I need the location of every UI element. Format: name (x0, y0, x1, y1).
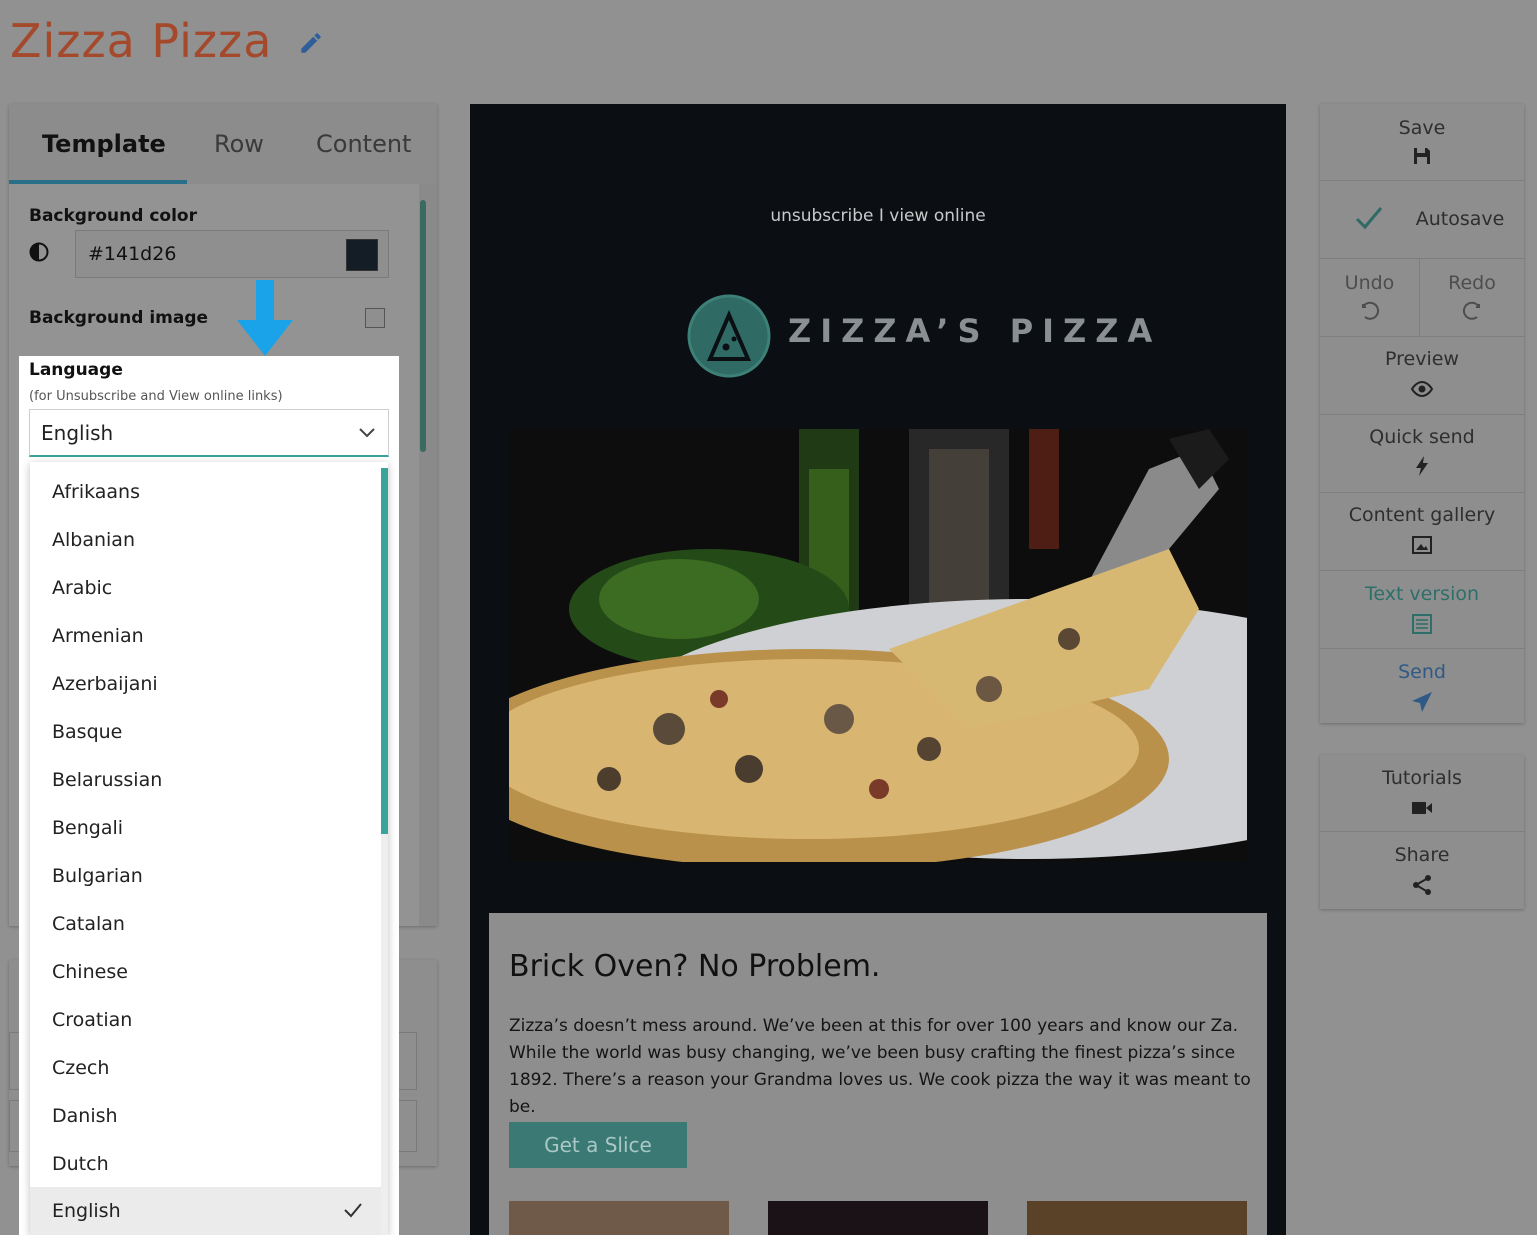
tab-content[interactable]: Content (316, 130, 411, 158)
background-image-checkbox[interactable] (365, 308, 385, 328)
checkmark-icon (344, 1203, 362, 1218)
thumbnail-image[interactable] (509, 1201, 729, 1235)
hero-pizza-image[interactable] (509, 429, 1247, 862)
language-option[interactable]: Afrikaans (30, 468, 381, 516)
redo-button[interactable]: Redo (1420, 259, 1524, 337)
contrast-icon (29, 242, 49, 262)
action-toolbar: Save Autosave Undo Redo Preview Quick se… (1320, 104, 1524, 723)
undo-label: Undo (1344, 272, 1395, 294)
tab-template[interactable]: Template (42, 130, 166, 158)
language-option[interactable]: Basque (30, 708, 381, 756)
share-icon (1413, 875, 1431, 895)
chevron-down-icon (359, 428, 375, 438)
language-option[interactable]: Chinese (30, 948, 381, 996)
tutorials-button[interactable]: Tutorials (1320, 755, 1524, 832)
background-color-label: Background color (29, 206, 197, 226)
panel-tabs: Template Row Content (9, 104, 437, 184)
undo-icon (1361, 301, 1379, 320)
language-selected-value: English (41, 421, 114, 445)
card-heading: Brick Oven? No Problem. (509, 949, 881, 984)
video-camera-icon (1412, 802, 1432, 814)
paper-plane-icon (1412, 692, 1432, 712)
language-option[interactable]: Danish (30, 1092, 381, 1140)
language-option-selected[interactable]: English (30, 1187, 381, 1235)
language-option[interactable]: Arabic (30, 564, 381, 612)
undo-button[interactable]: Undo (1320, 259, 1420, 337)
background-color-value: #141d26 (88, 243, 177, 265)
pizza-logo-icon (687, 294, 771, 378)
unsubscribe-view-online-links[interactable]: unsubscribe I view online (470, 206, 1286, 226)
autosave-toggle[interactable]: Autosave (1320, 181, 1524, 259)
language-option-label: English (52, 1200, 121, 1222)
language-option[interactable]: Czech (30, 1044, 381, 1092)
lightning-icon (1416, 456, 1428, 476)
content-card[interactable]: Brick Oven? No Problem. Zizza’s doesn’t … (489, 913, 1267, 1235)
autosave-label: Autosave (1415, 208, 1505, 230)
preview-label: Preview (1385, 348, 1459, 370)
language-option[interactable]: Catalan (30, 900, 381, 948)
text-version-button[interactable]: Text version (1320, 571, 1524, 649)
color-swatch[interactable] (346, 239, 378, 271)
language-option[interactable]: Azerbaijani (30, 660, 381, 708)
card-body-text: Zizza’s doesn’t mess around. We’ve been … (509, 1016, 1251, 1117)
list-icon (1412, 614, 1432, 634)
logo-text: ZIZZA’S PIZZA (788, 312, 1162, 350)
quick-send-label: Quick send (1369, 426, 1475, 448)
language-select[interactable]: English (29, 409, 389, 457)
language-label: Language (29, 360, 123, 380)
text-version-label: Text version (1364, 583, 1480, 605)
language-sublabel: (for Unsubscribe and View online links) (29, 389, 283, 404)
content-gallery-label: Content gallery (1348, 504, 1496, 526)
save-button[interactable]: Save (1320, 104, 1524, 181)
image-icon (1412, 536, 1432, 554)
language-option[interactable]: Albanian (30, 516, 381, 564)
email-canvas[interactable]: unsubscribe I view online ZIZZA’S PIZZA (470, 104, 1286, 1235)
send-button[interactable]: Send (1320, 649, 1524, 723)
language-option[interactable]: Belarussian (30, 756, 381, 804)
tutorials-label: Tutorials (1382, 767, 1462, 789)
background-color-field[interactable]: #141d26 (75, 230, 389, 278)
eye-icon (1411, 380, 1433, 398)
floppy-disk-icon (1414, 148, 1430, 164)
content-gallery-button[interactable]: Content gallery (1320, 493, 1524, 571)
language-option[interactable]: Bengali (30, 804, 381, 852)
language-option[interactable]: Bulgarian (30, 852, 381, 900)
language-option[interactable]: Dutch (30, 1140, 381, 1188)
save-label: Save (1398, 117, 1446, 139)
down-arrow-icon (237, 280, 293, 356)
panel-scrollbar-thumb[interactable] (420, 200, 426, 452)
dropdown-scrollbar-thumb[interactable] (381, 468, 388, 834)
pizza-photo (509, 429, 1247, 862)
language-option[interactable]: Armenian (30, 612, 381, 660)
app-title: Zizza Pizza (10, 14, 273, 68)
pencil-icon[interactable] (298, 30, 324, 56)
tab-row[interactable]: Row (214, 130, 264, 158)
language-dropdown[interactable]: Afrikaans Albanian Arabic Armenian Azerb… (30, 462, 388, 1235)
quick-send-button[interactable]: Quick send (1320, 415, 1524, 493)
preview-button[interactable]: Preview (1320, 337, 1524, 415)
send-label: Send (1398, 661, 1446, 683)
thumbnail-image[interactable] (1027, 1201, 1247, 1235)
share-button[interactable]: Share (1320, 832, 1524, 909)
background-image-label: Background image (29, 308, 209, 328)
redo-icon (1462, 301, 1480, 320)
thumbnail-image[interactable] (768, 1201, 988, 1235)
get-a-slice-button[interactable]: Get a Slice (509, 1122, 687, 1168)
help-toolbar: Tutorials Share (1320, 755, 1524, 909)
share-label: Share (1394, 844, 1450, 866)
language-option[interactable]: Croatian (30, 996, 381, 1044)
redo-label: Redo (1448, 272, 1496, 294)
language-section: Language (for Unsubscribe and View onlin… (19, 356, 399, 1235)
